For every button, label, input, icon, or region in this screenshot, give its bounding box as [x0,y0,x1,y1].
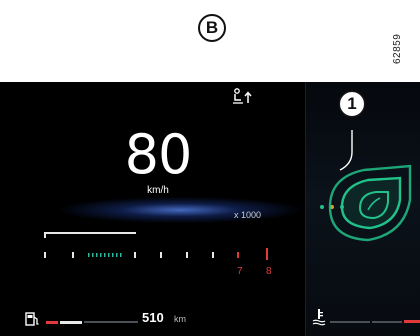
figure-badge: B [198,14,226,42]
reference-number: 62859 [392,33,403,64]
rpm-label-7: 7 [237,266,243,277]
eco-leaf-icon [320,130,412,242]
callout-number: 1 [347,94,357,113]
seat-adjust-icon [233,88,252,104]
fuel-gauge-bar [46,321,138,324]
speed-glow [60,197,300,223]
fuel-pump-icon [25,312,39,326]
callout-marker: 1 [338,90,366,118]
rpm-multiplier: x 1000 [234,210,262,220]
figure-header: B 62859 [0,0,420,82]
speed-panel: 80 km/h x 1000 7 8 510 km [0,82,306,336]
instrument-cluster: 80 km/h x 1000 7 8 510 km 1 [0,82,420,336]
coolant-temperature-icon [312,309,326,326]
figure-badge-label: B [205,18,219,37]
temperature-gauge-bar [330,320,420,323]
speed-unit: km/h [147,185,169,196]
range-value: 510 [142,310,164,325]
rpm-label-8: 8 [266,266,272,277]
speed-readout: 80 [124,123,193,186]
tachometer-scale [44,248,268,260]
range-unit: km [174,314,186,324]
